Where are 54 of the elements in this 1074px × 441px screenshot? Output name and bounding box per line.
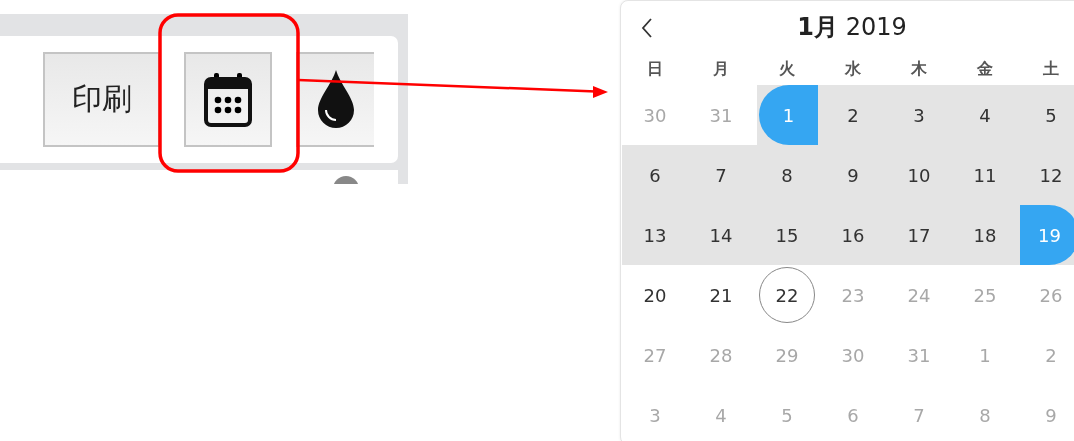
calendar-day[interactable]: 24 [886, 265, 952, 325]
calendar-day[interactable]: 10 [886, 145, 952, 205]
calendar-day[interactable]: 30 [622, 85, 688, 145]
calendar-day[interactable]: 26 [1018, 265, 1074, 325]
weekday-label: 木 [910, 57, 928, 80]
calendar-day[interactable]: 20 [622, 265, 688, 325]
calendar-day[interactable]: 3 [622, 385, 688, 441]
calendar-day[interactable]: 28 [688, 325, 754, 385]
calendar-day[interactable]: 8 [754, 145, 820, 205]
calendar-day[interactable]: 1 [952, 325, 1018, 385]
calendar-day[interactable]: 4 [688, 385, 754, 441]
calendar-day[interactable]: 9 [820, 145, 886, 205]
calendar-day[interactable]: 5 [754, 385, 820, 441]
calendar-day[interactable]: 13 [622, 205, 688, 265]
calendar-day[interactable]: 14 [688, 205, 754, 265]
calendar-day[interactable]: 8 [952, 385, 1018, 441]
calendar-day[interactable]: 6 [622, 145, 688, 205]
weekday-label: 月 [712, 57, 730, 80]
print-button[interactable]: 印刷 [43, 52, 160, 147]
weekday-label: 水 [844, 57, 862, 80]
calendar-day[interactable]: 19 [1020, 205, 1074, 265]
calendar-day[interactable]: 11 [952, 145, 1018, 205]
calendar-day[interactable]: 15 [754, 205, 820, 265]
weekday-label: 日 [646, 57, 664, 80]
weekday-label: 金 [976, 57, 994, 80]
calendar-day[interactable]: 29 [754, 325, 820, 385]
back-icon[interactable] [641, 18, 653, 38]
calendar-day[interactable]: 27 [622, 325, 688, 385]
calendar-day[interactable]: 4 [952, 85, 1018, 145]
calendar-day[interactable]: 17 [886, 205, 952, 265]
calendar-day[interactable]: 2 [1018, 325, 1074, 385]
calendar-day[interactable]: 3 [886, 85, 952, 145]
calendar-day[interactable]: 6 [820, 385, 886, 441]
calendar-day[interactable]: 23 [820, 265, 886, 325]
calendar-day[interactable]: 7 [688, 145, 754, 205]
calendar-icon [204, 72, 252, 127]
weekday-label: 火 [778, 57, 796, 80]
calendar-day[interactable]: 31 [688, 85, 754, 145]
weekday-label: 土 [1042, 57, 1060, 80]
calendar-day[interactable]: 5 [1018, 85, 1074, 145]
calendar-day[interactable]: 18 [952, 205, 1018, 265]
calendar-day[interactable]: 31 [886, 325, 952, 385]
drop-icon [316, 69, 356, 130]
calendar-day[interactable]: 25 [952, 265, 1018, 325]
calendar-day[interactable]: 2 [820, 85, 886, 145]
calendar-day[interactable]: 12 [1018, 145, 1074, 205]
calendar-button[interactable] [184, 52, 272, 147]
calendar-day[interactable]: 30 [820, 325, 886, 385]
calendar-day[interactable]: 7 [886, 385, 952, 441]
calendar-day[interactable]: 9 [1018, 385, 1074, 441]
calendar-day[interactable]: 1 [759, 85, 818, 145]
month-title: 1月 2019 [797, 12, 907, 43]
calendar-day[interactable]: 21 [688, 265, 754, 325]
calendar-day[interactable]: 16 [820, 205, 886, 265]
